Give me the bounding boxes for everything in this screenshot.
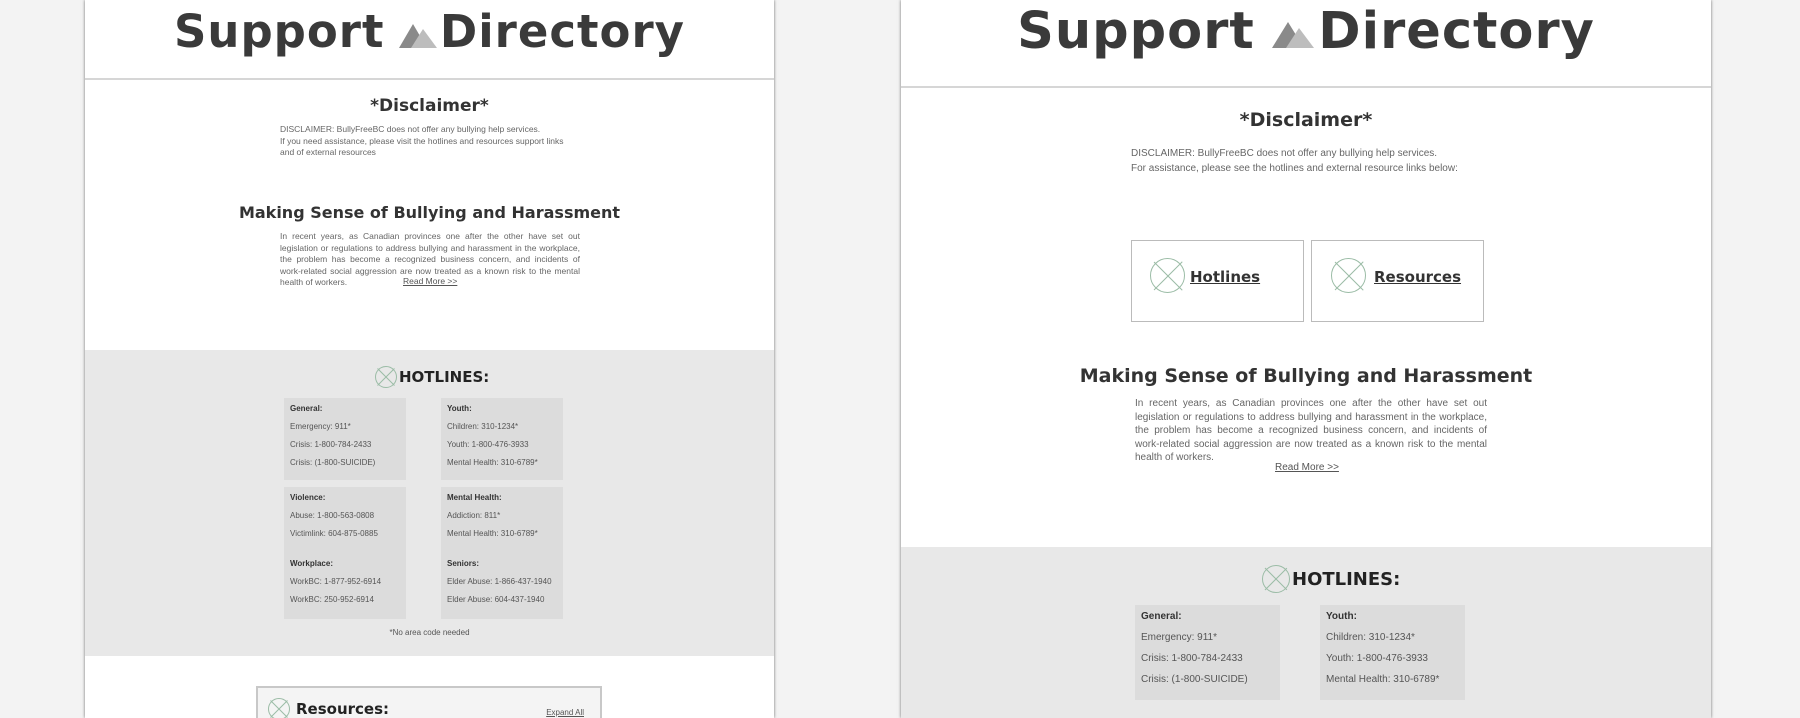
hotline-card: Mental Health: Addiction: 811* Mental Heal…	[441, 487, 563, 553]
hotlines-link[interactable]: Hotlines	[1190, 268, 1260, 286]
hotline-card-title: Mental Health:	[447, 493, 502, 502]
mountain-logo-icon	[1270, 2, 1316, 66]
hotline-number: Victimlink: 604-875-0885	[290, 529, 378, 538]
resources-link-card[interactable]: Resources	[1311, 240, 1484, 322]
hotline-number: Emergency: 911*	[1141, 632, 1217, 643]
hotline-number: Youth: 1-800-476-3933	[447, 440, 529, 449]
hotlines-header: HOTLINES:	[1262, 565, 1400, 593]
resources-link[interactable]: Resources	[1374, 268, 1461, 286]
hotline-number: Children: 310-1234*	[1326, 632, 1415, 643]
hotline-card-title: Seniors:	[447, 559, 480, 568]
hotline-number: WorkBC: 250-952-6914	[290, 595, 374, 604]
footnote: *No area code needed	[389, 628, 470, 637]
hotline-card-title: Workplace:	[290, 559, 333, 568]
mountain-logo-icon	[397, 6, 439, 64]
header-divider	[901, 86, 1711, 88]
hotline-number: Children: 310-1234*	[447, 422, 519, 431]
page-title: Support Directory	[901, 0, 1711, 66]
hotline-number: Elder Abuse: 604-437-1940	[447, 595, 545, 604]
title-word-directory: Directory	[439, 5, 685, 58]
disclaimer-text: DISCLAIMER: BullyFreeBC does not offer a…	[1131, 148, 1458, 174]
x-placeholder-icon	[375, 366, 397, 388]
hotline-number: Emergency: 911*	[290, 422, 351, 431]
disclaimer-text: DISCLAIMER: BullyFreeBC does not offer a…	[280, 124, 564, 157]
hotline-card-title: Violence:	[290, 493, 326, 502]
hotline-card: General: Emergency: 911* Crisis: 1-800-784…	[1135, 605, 1280, 700]
hotline-number: Addiction: 811*	[447, 511, 501, 520]
hotlines-heading: HOTLINES:	[399, 368, 490, 386]
section-heading: Making Sense of Bullying and Harassment	[238, 203, 621, 222]
wireframe-desktop-v1: Support Directory *Disclaimer* DISCLAIME…	[85, 0, 774, 718]
x-placeholder-icon	[1331, 258, 1366, 293]
resources-panel: Resources: Expand All	[256, 686, 602, 718]
read-more-link[interactable]: Read More >>	[403, 276, 457, 286]
disclaimer-heading: *Disclaimer*	[370, 96, 489, 116]
hotline-number: Mental Health: 310-6789*	[447, 458, 538, 467]
hotline-card-title: General:	[290, 404, 323, 413]
hotline-number: Crisis: 1-800-784-2433	[290, 440, 372, 449]
title-word-support: Support	[1017, 2, 1255, 61]
hotline-number: Mental Health: 310-6789*	[1326, 674, 1440, 685]
x-placeholder-icon	[1150, 258, 1185, 293]
hotline-number: Crisis: (1-800-SUICIDE)	[290, 458, 376, 467]
hotline-number: Youth: 1-800-476-3933	[1326, 653, 1428, 664]
hotlines-link-card[interactable]: Hotlines	[1131, 240, 1304, 322]
hotline-number: Crisis: 1-800-784-2433	[1141, 653, 1243, 664]
hotline-number: WorkBC: 1-877-952-6914	[290, 577, 382, 586]
header-divider	[85, 78, 774, 80]
resources-heading: Resources:	[296, 700, 390, 718]
section-paragraph: In recent years, as Canadian provinces o…	[1135, 398, 1487, 463]
hotline-card: Violence: Abuse: 1-800-563-0808 Victimlink…	[284, 487, 406, 553]
section-heading: Making Sense of Bullying and Harassment	[1079, 365, 1533, 387]
hotlines-section: HOTLINES: General: Emergency: 911* Crisis:…	[85, 350, 774, 656]
page-title: Support Directory	[85, 0, 774, 64]
title-word-support: Support	[174, 5, 385, 58]
hotline-card: Workplace: WorkBC: 1-877-952-6914 WorkBC: …	[284, 553, 406, 619]
x-placeholder-icon	[1262, 565, 1290, 593]
hotlines-section: HOTLINES: General: Emergency: 911* Crisis:…	[901, 547, 1711, 718]
hotline-number: Abuse: 1-800-563-0808	[290, 511, 375, 520]
hotline-number: Crisis: (1-800-SUICIDE)	[1141, 674, 1248, 685]
hotline-card: Youth: Children: 310-1234* Youth: 1-800-47…	[1320, 605, 1465, 700]
hotline-number: Elder Abuse: 1-866-437-1940	[447, 577, 552, 586]
hotline-card: Youth: Children: 310-1234* Youth: 1-800-47…	[441, 398, 563, 480]
title-word-directory: Directory	[1318, 2, 1595, 61]
hotline-card-title: General:	[1141, 611, 1182, 622]
hotline-card-title: Youth:	[1326, 611, 1357, 622]
disclaimer-heading: *Disclaimer*	[1239, 109, 1373, 131]
hotline-card-title: Youth:	[447, 404, 472, 413]
read-more-link[interactable]: Read More >>	[1275, 462, 1339, 473]
hotlines-heading: HOTLINES:	[1292, 568, 1401, 590]
hotline-number: Mental Health: 310-6789*	[447, 529, 538, 538]
x-placeholder-icon	[268, 698, 290, 718]
expand-all-link[interactable]: Expand All	[546, 708, 584, 717]
wireframe-desktop-v2: Support Directory *Disclaimer* DISCLAIME…	[901, 0, 1711, 718]
hotline-card: General: Emergency: 911* Crisis: 1-800-784…	[284, 398, 406, 480]
hotline-card: Seniors: Elder Abuse: 1-866-437-1940 Elder…	[441, 553, 563, 619]
hotlines-header: HOTLINES:	[375, 366, 489, 388]
